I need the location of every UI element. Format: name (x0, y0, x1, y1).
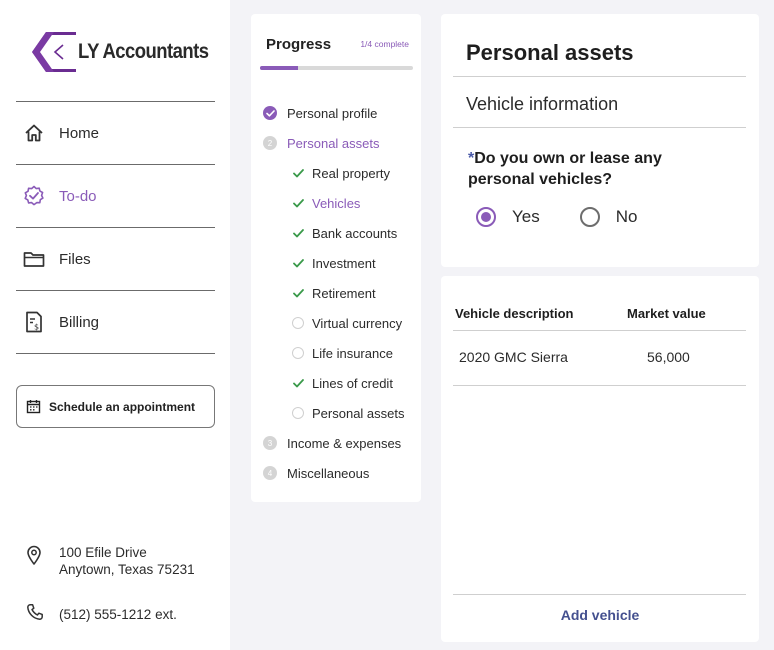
progress-substep-personal-assets[interactable]: Personal assets (251, 398, 421, 428)
schedule-appointment-label: Schedule an appointment (49, 399, 196, 414)
nav-item-todo[interactable]: To-do (16, 165, 215, 227)
personal-assets-card: Personal assets Vehicle information *Do … (441, 14, 759, 267)
progress-substep-virtual-currency[interactable]: Virtual currency (251, 308, 421, 338)
progress-step-label: Personal profile (287, 105, 378, 121)
progress-step-label: Life insurance (312, 345, 393, 361)
phone-icon (26, 603, 44, 626)
column-header-market-value: Market value (627, 306, 706, 321)
progress-count: 1/4 complete (360, 39, 409, 49)
progress-step-label: Real property (312, 165, 391, 181)
vehicle-question-text: Do you own or lease any personal vehicle… (468, 150, 662, 188)
page-title: Personal assets (466, 40, 634, 65)
vehicle-description-cell: 2020 GMC Sierra (459, 349, 568, 365)
progress-step-miscellaneous[interactable]: 4 Miscellaneous (251, 458, 421, 488)
main-nav: Home To-do Files $ Billing (16, 101, 215, 354)
check-icon (292, 257, 304, 269)
table-row[interactable]: 2020 GMC Sierra 56,000 (453, 332, 746, 386)
divider (453, 127, 746, 128)
progress-step-label: Lines of credit (312, 375, 393, 391)
progress-panel: Progress 1/4 complete Personal profile 2 P… (251, 14, 421, 502)
progress-step-label: Miscellaneous (287, 465, 370, 481)
divider (453, 76, 746, 77)
nav-divider (16, 353, 215, 354)
empty-circle-icon (292, 347, 304, 359)
calendar-icon (26, 399, 41, 414)
column-header-description: Vehicle description (455, 306, 574, 321)
radio-yes-label: Yes (512, 207, 540, 226)
divider (453, 594, 746, 595)
nav-item-files[interactable]: Files (16, 228, 215, 290)
progress-step-label: Income & expenses (287, 435, 402, 451)
logo-chevron-icon (32, 32, 76, 72)
radio-no-label: No (615, 207, 638, 226)
progress-bar-fill (260, 66, 299, 70)
nav-label-files: Files (59, 250, 91, 268)
vehicle-question: *Do you own or lease any personal vehicl… (468, 148, 728, 190)
logo[interactable]: LY Accountants (32, 30, 226, 74)
location-pin-icon (26, 544, 44, 578)
address-line-1: 100 Efile Drive (59, 545, 147, 560)
progress-title: Progress (266, 36, 332, 53)
nav-item-billing[interactable]: $ Billing (16, 291, 215, 353)
folder-icon (23, 248, 45, 270)
radio-unselected-icon (579, 207, 600, 227)
progress-step-personal-profile[interactable]: Personal profile (251, 98, 421, 128)
radio-selected-icon (476, 207, 496, 227)
step-complete-icon (263, 106, 277, 120)
progress-substep-investment[interactable]: Investment (251, 248, 421, 278)
progress-substep-retirement[interactable]: Retirement (251, 278, 421, 308)
radio-no[interactable]: No (579, 207, 638, 227)
empty-circle-icon (292, 317, 304, 329)
progress-substep-vehicles[interactable]: Vehicles (251, 188, 421, 218)
progress-step-label: Personal assets (287, 135, 380, 151)
progress-step-label: Retirement (312, 285, 376, 301)
section-title: Vehicle information (466, 94, 619, 114)
market-value-cell: 56,000 (647, 349, 690, 365)
progress-step-label: Virtual currency (312, 315, 403, 331)
progress-steps: Personal profile 2 Personal assets Real pro… (251, 98, 421, 488)
check-icon (292, 287, 304, 299)
office-phone: (512) 555-1212 ext. (26, 603, 177, 626)
progress-step-personal-assets[interactable]: 2 Personal assets (251, 128, 421, 158)
vehicle-radio-group: Yes No (476, 207, 677, 227)
nav-item-home[interactable]: Home (16, 102, 215, 164)
address-line-2: Anytown, Texas 75231 (59, 562, 195, 577)
progress-substep-life-insurance[interactable]: Life insurance (251, 338, 421, 368)
add-vehicle-button[interactable]: Add vehicle (441, 607, 759, 623)
empty-circle-icon (292, 407, 304, 419)
progress-step-label: Personal assets (312, 405, 405, 421)
radio-yes[interactable]: Yes (476, 207, 540, 227)
check-icon (292, 227, 304, 239)
step-number-badge: 2 (263, 136, 277, 150)
home-icon (23, 122, 45, 144)
step-number-badge: 4 (263, 466, 277, 480)
phone-number[interactable]: (512) 555-1212 ext. (59, 607, 177, 622)
office-address: 100 Efile Drive Anytown, Texas 75231 (26, 544, 195, 578)
progress-step-label: Investment (312, 255, 376, 271)
progress-substep-lines-of-credit[interactable]: Lines of credit (251, 368, 421, 398)
billing-icon: $ (23, 311, 45, 333)
nav-label-home: Home (59, 124, 100, 142)
nav-label-todo: To-do (59, 187, 97, 205)
check-icon (292, 377, 304, 389)
sidebar: LY Accountants Home To-do Files $ Billin… (0, 0, 230, 650)
progress-substep-real-property[interactable]: Real property (251, 158, 421, 188)
todo-badge-icon (23, 185, 45, 207)
progress-step-income-expenses[interactable]: 3 Income & expenses (251, 428, 421, 458)
progress-step-label: Bank accounts (312, 225, 398, 241)
vehicle-table-card: Vehicle description Market value 2020 GM… (441, 276, 759, 642)
step-number-badge: 3 (263, 436, 277, 450)
table-header: Vehicle description Market value (453, 300, 746, 331)
check-icon (292, 197, 304, 209)
nav-label-billing: Billing (59, 313, 100, 331)
svg-text:$: $ (34, 323, 39, 332)
progress-step-label: Vehicles (312, 195, 361, 211)
schedule-appointment-button[interactable]: Schedule an appointment (16, 385, 215, 428)
progress-substep-bank-accounts[interactable]: Bank accounts (251, 218, 421, 248)
progress-bar (260, 66, 413, 70)
check-icon (292, 167, 304, 179)
brand-name: LY Accountants (78, 40, 209, 63)
